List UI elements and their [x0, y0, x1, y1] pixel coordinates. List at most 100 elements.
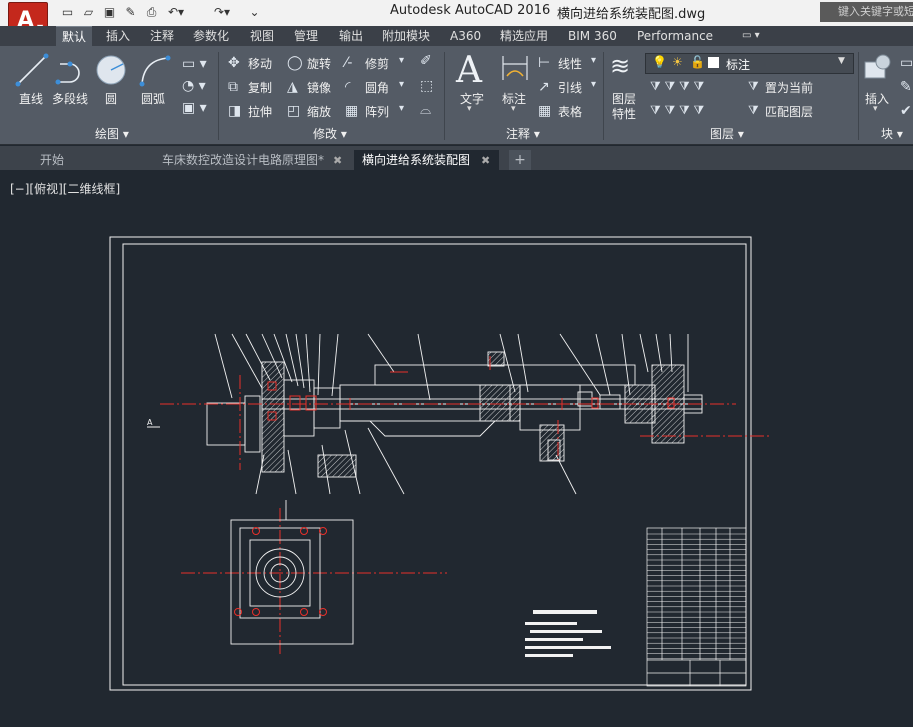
explode-icon[interactable]: ⬚	[420, 78, 433, 94]
modify-panel-title[interactable]: 修改 ▾	[313, 125, 347, 142]
app-title: Autodesk AutoCAD 2016	[390, 3, 551, 18]
layer-freeze-icons[interactable]: ⧩ ⧩ ⧩ ⧩	[650, 103, 704, 118]
rotate-button[interactable]: 旋转	[307, 55, 331, 72]
tab-start[interactable]: 开始	[22, 150, 150, 170]
hatch-tool-icon[interactable]: ◔ ▾	[182, 78, 206, 94]
edit-block-icon[interactable]: ✎	[900, 79, 912, 95]
layers-panel-title[interactable]: 图层 ▾	[710, 125, 744, 142]
qat-customize-icon[interactable]: ⌄	[246, 4, 263, 21]
fillet-dropdown-icon[interactable]: ▾	[399, 79, 404, 90]
array-icon[interactable]: ▦	[345, 103, 358, 119]
block-panel-title[interactable]: 块 ▾	[881, 125, 903, 142]
chevron-down-icon[interactable]: ▾	[511, 104, 516, 114]
dimension-tool-icon[interactable]	[499, 52, 531, 84]
save-icon[interactable]: ▣	[101, 4, 118, 21]
arc-tool-label: 圆弧	[141, 92, 166, 106]
layer-color-swatch	[708, 57, 719, 68]
line-tool-icon[interactable]	[14, 52, 50, 88]
table-icon[interactable]: ▦	[538, 103, 551, 119]
tab-a360[interactable]: A360	[450, 26, 481, 46]
circle-tool-icon[interactable]	[93, 52, 129, 88]
mirror-button[interactable]: 镜像	[307, 79, 331, 96]
ribbon-toggle-icon[interactable]: ▭ ▾	[742, 26, 760, 46]
trim-icon[interactable]: ⁄-	[345, 55, 352, 71]
scale-icon[interactable]: ◰	[287, 103, 300, 119]
set-current-icon[interactable]: ⧩	[748, 79, 759, 94]
annotation-panel-title[interactable]: 注释 ▾	[506, 125, 540, 142]
rectangle-tool-icon[interactable]: ▭ ▾	[182, 56, 207, 72]
undo-icon[interactable]: ↶▾	[164, 4, 188, 21]
array-button[interactable]: 阵列	[365, 103, 389, 120]
chevron-down-icon[interactable]: ▾	[873, 104, 878, 114]
tab-circuit-drawing[interactable]: 车床数控改造设计电路原理图*	[152, 150, 352, 170]
layer-on-icon[interactable]: 💡	[652, 55, 667, 69]
trim-dropdown-icon[interactable]: ▾	[399, 55, 404, 66]
copy-icon[interactable]: ⧉	[228, 79, 238, 95]
polyline-tool-icon[interactable]	[54, 52, 90, 88]
layer-dropdown[interactable]: 💡 ☀ 🔓 标注 ▼	[645, 53, 854, 74]
tab-parametric[interactable]: 参数化	[193, 26, 229, 46]
array-dropdown-icon[interactable]: ▾	[399, 103, 404, 114]
match-layer-button[interactable]: 匹配图层	[765, 103, 813, 120]
mirror-icon[interactable]: ◮	[287, 79, 298, 95]
search-input[interactable]: 键入关键字或短语	[820, 2, 913, 22]
draw-panel-title[interactable]: 绘图 ▾	[95, 125, 129, 142]
create-block-icon[interactable]: ▭	[900, 55, 913, 71]
fillet-icon[interactable]: ◜	[345, 79, 350, 95]
tab-view[interactable]: 视图	[250, 26, 274, 46]
linear-dimension-icon[interactable]: ⊢	[538, 55, 550, 71]
linear-dropdown-icon[interactable]: ▾	[591, 55, 596, 66]
trim-button[interactable]: 修剪	[365, 55, 389, 72]
copy-button[interactable]: 复制	[248, 79, 272, 96]
offset-icon[interactable]: ⌓	[420, 102, 431, 118]
block-attribute-icon[interactable]: ✔	[900, 103, 912, 119]
close-icon[interactable]: ✖	[481, 151, 490, 171]
tab-insert[interactable]: 插入	[106, 26, 130, 46]
fillet-button[interactable]: 圆角	[365, 79, 389, 96]
table-button[interactable]: 表格	[558, 103, 582, 120]
close-icon[interactable]: ✖	[333, 151, 342, 171]
linear-dimension-button[interactable]: 线性	[558, 55, 582, 72]
tab-featured-apps[interactable]: 精选应用	[500, 26, 548, 46]
insert-block-icon[interactable]	[863, 52, 893, 84]
layer-thaw-icon[interactable]: ☀	[672, 55, 683, 69]
layer-properties-icon[interactable]: ≋	[610, 52, 630, 80]
stretch-icon[interactable]: ◨	[228, 103, 241, 119]
stretch-button[interactable]: 拉伸	[248, 103, 272, 120]
tab-assembly-drawing[interactable]: 横向进给系统装配图	[354, 150, 499, 170]
new-file-icon[interactable]: ▭	[59, 4, 76, 21]
tab-bim360[interactable]: BIM 360	[568, 26, 617, 46]
leader-icon[interactable]: ↗	[538, 79, 550, 95]
redo-icon[interactable]: ↷▾	[210, 4, 234, 21]
polyline-tool-label: 多段线	[52, 92, 89, 106]
new-tab-icon[interactable]: +	[509, 150, 531, 170]
text-tool-icon[interactable]: A	[456, 50, 482, 91]
tab-performance[interactable]: Performance	[637, 26, 713, 46]
assembly-section-view	[206, 333, 703, 495]
current-layer-name: 标注	[726, 58, 751, 72]
chevron-down-icon[interactable]: ▾	[467, 104, 472, 114]
layer-lock-icon[interactable]: 🔓	[690, 55, 705, 69]
leader-button[interactable]: 引线	[558, 79, 582, 96]
tab-output[interactable]: 输出	[339, 26, 363, 46]
arc-tool-icon[interactable]	[136, 52, 172, 88]
move-icon[interactable]: ✥	[228, 55, 240, 71]
scale-button[interactable]: 缩放	[307, 103, 331, 120]
region-tool-icon[interactable]: ▣ ▾	[182, 100, 207, 116]
tab-manage[interactable]: 管理	[294, 26, 318, 46]
layer-isolate-icons[interactable]: ⧩ ⧩ ⧩ ⧩	[650, 79, 704, 94]
drawing-canvas[interactable]: A	[0, 170, 913, 727]
save-as-icon[interactable]: ✎	[122, 4, 139, 21]
match-layer-icon[interactable]: ⧩	[748, 103, 759, 118]
move-button[interactable]: 移动	[248, 55, 272, 72]
print-icon[interactable]: ⎙	[143, 4, 160, 21]
erase-icon[interactable]: ✐	[420, 53, 432, 69]
set-current-button[interactable]: 置为当前	[765, 79, 813, 96]
file-title: 横向进给系统装配图.dwg	[557, 7, 706, 22]
tab-annotate[interactable]: 注释	[150, 26, 174, 46]
open-file-icon[interactable]: ▱	[80, 4, 97, 21]
leader-dropdown-icon[interactable]: ▾	[591, 79, 596, 90]
tab-home[interactable]: 默认	[56, 26, 93, 47]
rotate-icon[interactable]: ◯	[287, 55, 303, 71]
tab-addins[interactable]: 附加模块	[382, 26, 430, 46]
